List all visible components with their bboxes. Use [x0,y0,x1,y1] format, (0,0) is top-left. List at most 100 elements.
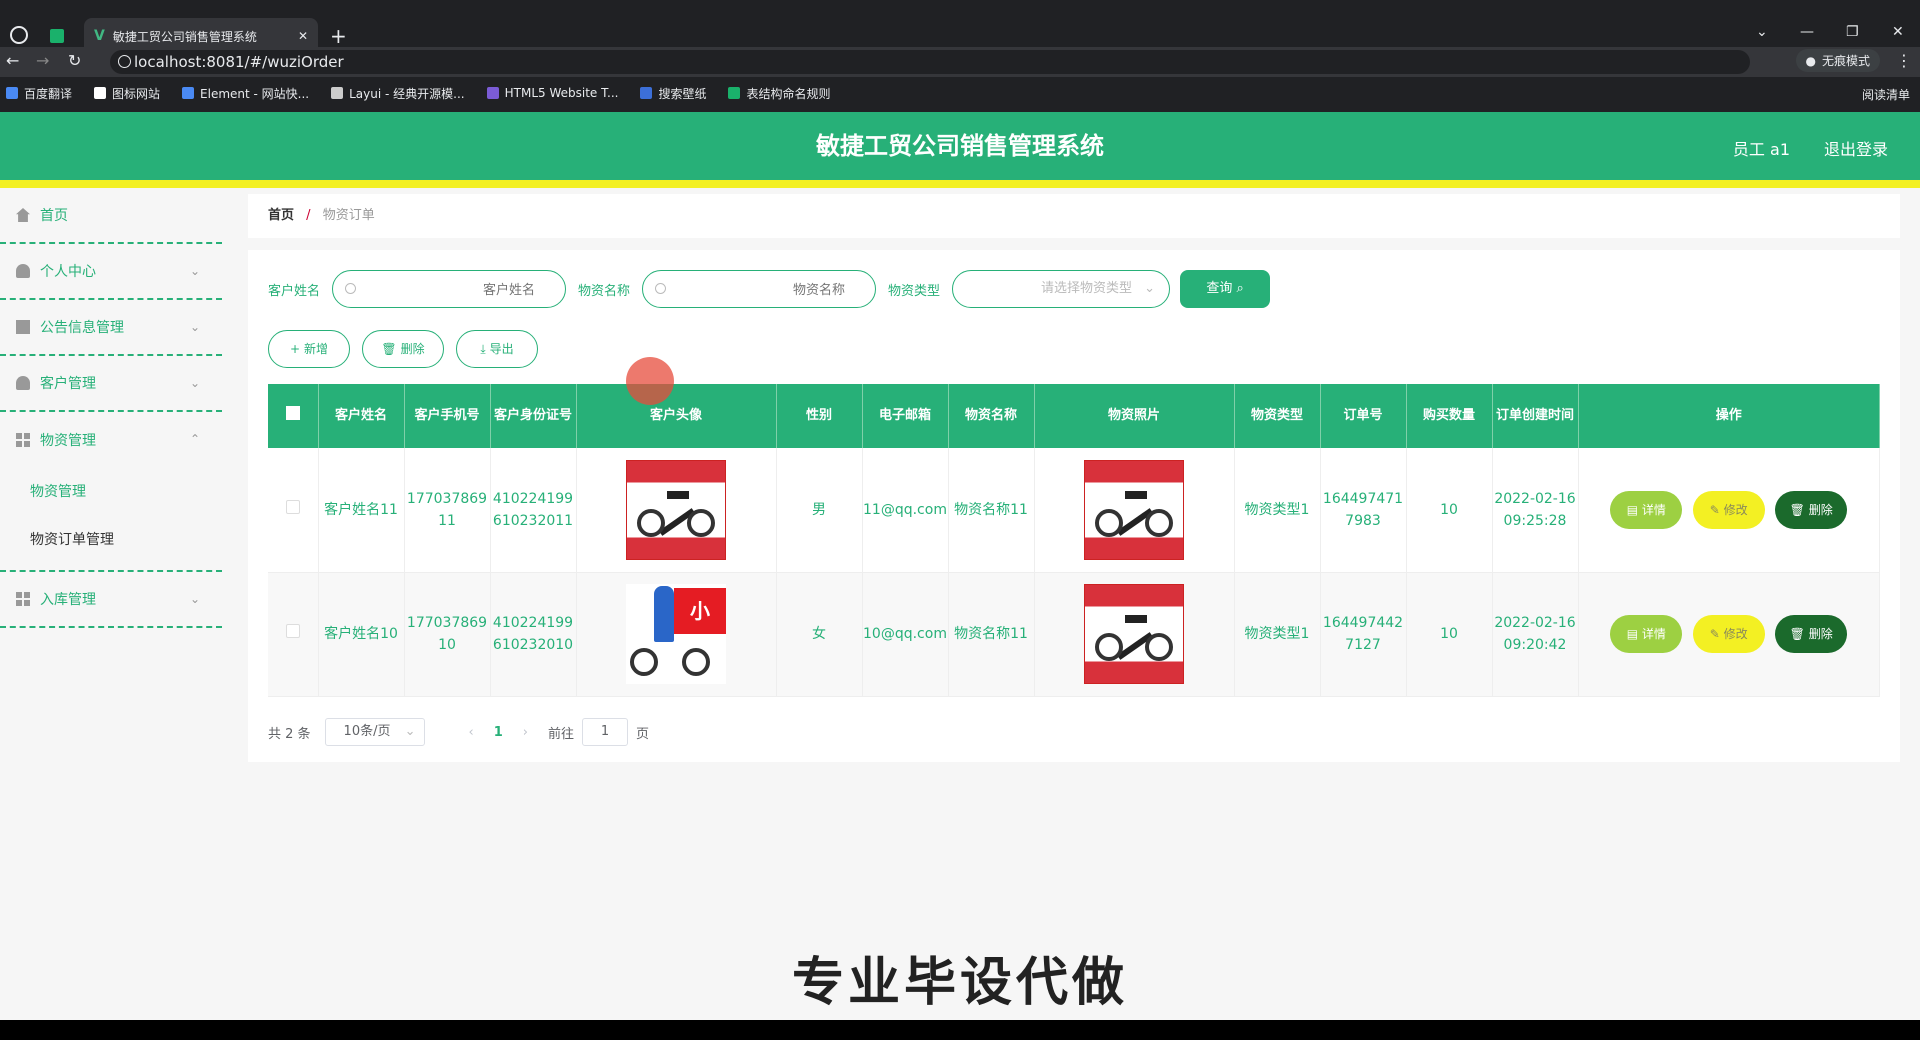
cell-phone: 17703786911 [404,448,491,573]
cell-avatar [576,448,777,573]
goto-label: 前往 [548,726,575,742]
info-icon[interactable] [118,55,131,68]
cell-customer-name: 客户姓名11 [318,448,405,573]
page-number[interactable]: 1 [494,725,503,740]
edit-button[interactable]: ✎ 修改 [1692,615,1765,653]
bookmark-label: Element - 网站快... [200,86,310,101]
detail-button[interactable]: ▤ 详情 [1610,615,1683,653]
globe-icon[interactable] [10,26,28,44]
customer-avatar-image[interactable]: 小 [626,584,726,684]
chevron-down-icon: ⌄ [189,376,200,390]
goto-page-input[interactable]: 1 [582,718,629,746]
delete-button[interactable]: 🗑 删除 [362,330,444,368]
grid-icon [16,433,30,447]
select-all-cell[interactable] [268,384,319,448]
current-user: 员工 a1 [1732,140,1790,159]
new-tab-icon[interactable]: + [330,24,347,48]
col-header: 性别 [776,384,863,448]
house-icon [16,208,30,222]
goods-type-select[interactable]: 请选择物资类型 ⌄ [952,270,1171,308]
cell-gender: 男 [776,448,863,573]
cell-idcard: 410224199610232011 [490,448,577,573]
col-header: 电子邮箱 [862,384,949,448]
search-icon [345,283,357,294]
breadcrumb-home[interactable]: 首页 [268,208,294,223]
sidebar-item-goods[interactable]: 物资管理 ⌃ [0,412,222,468]
row-delete-button[interactable]: 🗑 删除 [1775,490,1848,529]
goods-photo-image[interactable] [1084,584,1184,684]
logout-button[interactable]: 退出登录 [1824,136,1888,160]
bookmark-icon [728,87,741,99]
page-size-select[interactable]: 10条/页 ⌄ [324,718,425,746]
export-button[interactable]: ⤓ 导出 [456,330,538,368]
customer-name-label: 客户姓名 [268,283,321,299]
row-delete-label: 删除 [1808,627,1833,641]
edit-button[interactable]: ✎ 修改 [1692,490,1765,529]
submenu-goods[interactable]: 物资管理 [30,468,222,516]
bookmark[interactable]: Layui - 经典开源模... [331,85,465,102]
bookmark-icon [331,87,344,99]
bookmark-icon [640,87,653,99]
prev-page-icon[interactable]: ‹ [469,725,474,740]
cell-created-time: 2022-02-16 09:25:28 [1492,448,1579,573]
goods-name-input[interactable] [643,271,876,307]
sidebar-item-inbound[interactable]: 入库管理 ⌄ [0,572,222,628]
bookmark[interactable]: Element - 网站快... [182,85,309,102]
download-icon: ⤓ [480,342,486,356]
breadcrumb-separator: / [306,208,311,223]
customer-name-input[interactable] [333,271,566,307]
forward-icon[interactable]: → [36,51,49,70]
bookmark[interactable]: 图标网站 [94,85,160,102]
close-tab-icon[interactable]: ✕ [298,29,308,43]
cell-operations: ▤ 详情 ✎ 修改 🗑 删除 [1578,572,1880,697]
bookmark-icon [6,87,18,99]
reading-list[interactable]: 阅读清单 [1862,86,1910,103]
cell-goods-type: 物资类型1 [1234,448,1321,573]
sidebar-item-notice[interactable]: 公告信息管理 ⌄ [0,300,222,356]
tab-title: 敏捷工贸公司销售管理系统 [112,29,257,44]
cell-goods-type: 物资类型1 [1234,572,1321,697]
sidebar-item-label: 公告信息管理 [40,320,124,336]
search-icon: ⌕ [1236,281,1244,296]
tab-search-icon[interactable]: ⌄ [1756,24,1768,40]
sidebar-item-home[interactable]: 首页 [0,188,222,244]
delete-label: 删除 [400,342,425,356]
query-button[interactable]: 查询 ⌕ [1180,270,1271,308]
cell-quantity: 10 [1406,572,1493,697]
goods-name-box [642,270,877,308]
col-header: 客户手机号 [404,384,491,448]
bookmark[interactable]: 搜索壁纸 [640,85,706,102]
incognito-badge[interactable]: ● 无痕模式 [1795,49,1880,72]
customer-avatar-image[interactable] [626,459,726,560]
pager-total: 共 2 条 [268,726,311,742]
back-icon[interactable]: ← [6,51,19,70]
add-button[interactable]: + 新增 [268,330,350,368]
bookmark[interactable]: 百度翻译 [6,85,72,102]
goods-photo-image[interactable] [1084,459,1184,560]
app-header: 敏捷工贸公司销售管理系统 员工 a1 退出登录 [0,112,1920,180]
restore-icon[interactable]: ❐ [1846,24,1859,40]
url-field[interactable]: localhost:8081/#/wuziOrder [110,50,1750,74]
row-delete-button[interactable]: 🗑 删除 [1775,615,1848,653]
row-checkbox[interactable] [285,624,300,638]
minimize-icon[interactable]: — [1800,24,1814,40]
sidebar-item-profile[interactable]: 个人中心 ⌄ [0,244,222,300]
select-all-checkbox[interactable] [285,405,300,420]
row-checkbox[interactable] [285,499,300,514]
detail-button[interactable]: ▤ 详情 [1610,490,1683,529]
pagination: 共 2 条 10条/页 ⌄ ‹ 1 › 前往 1 页 [268,718,649,746]
reload-icon[interactable]: ↻ [68,51,81,70]
sidebar-item-customer[interactable]: 客户管理 ⌄ [0,356,222,412]
col-header: 物资照片 [1034,384,1235,448]
person-icon [16,376,30,390]
submenu-goods-order[interactable]: 物资订单管理 [30,516,222,564]
col-header: 订单号 [1320,384,1407,448]
action-bar: + 新增 🗑 删除 ⤓ 导出 [268,330,538,368]
close-window-icon[interactable]: ✕ [1892,24,1904,40]
col-header: 客户身份证号 [490,384,577,448]
bookmark[interactable]: 表结构命名规则 [728,85,830,102]
pinned-tab[interactable] [44,26,70,46]
next-page-icon[interactable]: › [523,725,528,740]
menu-icon[interactable]: ⋮ [1896,51,1912,70]
bookmark[interactable]: HTML5 Website T... [486,86,618,100]
